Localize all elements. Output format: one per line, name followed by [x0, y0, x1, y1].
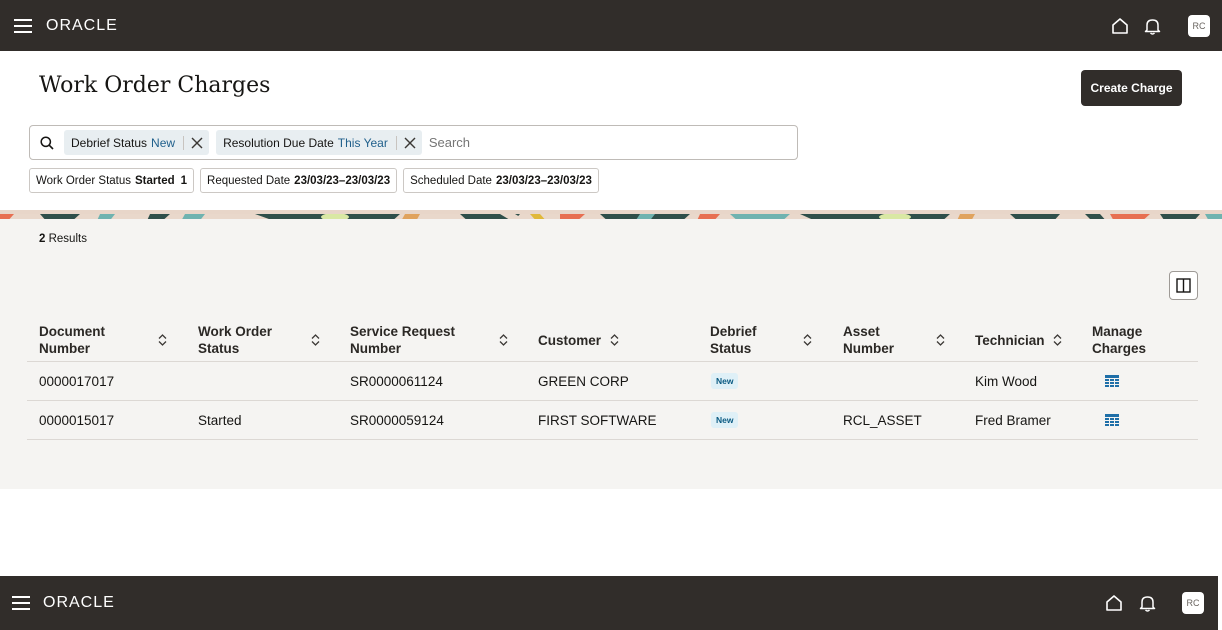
column-header-service-request-number[interactable]: Service Request Number: [350, 319, 490, 361]
close-icon[interactable]: [191, 137, 203, 149]
manage-charges-icon[interactable]: [1105, 374, 1119, 388]
header-line1: Customer: [538, 332, 602, 348]
filter-value: 23/03/23–23/03/23: [495, 174, 592, 187]
search-icon: [40, 135, 54, 150]
header-line1: Debrief: [710, 324, 757, 339]
chip-value: This Year: [337, 135, 388, 150]
header-line1: Technician: [975, 332, 1045, 348]
header-line1: Document: [39, 324, 106, 339]
decorative-banner: [0, 210, 1222, 219]
column-header-technician[interactable]: Technician: [975, 319, 1055, 361]
header-line2: Number: [39, 341, 91, 356]
search-bar[interactable]: Debrief Status New Resolution Due Date T…: [29, 125, 798, 160]
header-line1: Manage: [1092, 324, 1143, 339]
cell-service-request-number: SR0000061124: [350, 373, 443, 389]
filter-work-order-status[interactable]: Work Order Status Started 1: [29, 168, 195, 193]
chip-value: New: [151, 135, 176, 150]
header-line1: Work Order: [198, 324, 273, 339]
sort-icon[interactable]: [610, 334, 619, 346]
chip-label: Resolution Due Date: [223, 135, 334, 150]
cell-technician: Kim Wood: [975, 373, 1038, 389]
filter-label: Work Order Status: [36, 174, 132, 187]
chip-divider: [395, 135, 397, 150]
column-header-debrief-status[interactable]: Debrief Status: [710, 319, 790, 361]
filter-requested-date[interactable]: Requested Date 23/03/23–23/03/23: [200, 168, 398, 193]
column-header-document-number[interactable]: Document Number: [39, 319, 159, 361]
search-input[interactable]: [428, 135, 797, 150]
filter-bar: Work Order Status Started 1 Requested Da…: [29, 168, 599, 193]
header-line2: Status: [198, 341, 240, 356]
user-avatar[interactable]: RC: [1188, 14, 1210, 37]
manage-charges-icon[interactable]: [1105, 413, 1119, 427]
sort-icon[interactable]: [158, 334, 167, 346]
page-title: Work Order Charges: [39, 73, 271, 98]
columns-icon: [1176, 278, 1191, 293]
column-header-work-order-status[interactable]: Work Order Status: [198, 319, 308, 361]
oracle-logo: ORACLE: [46, 16, 118, 34]
oracle-logo: ORACLE: [43, 594, 115, 611]
filter-label: Requested Date: [207, 174, 291, 187]
close-icon[interactable]: [404, 137, 416, 149]
sort-icon[interactable]: [499, 334, 508, 346]
header-line1: Service Request: [350, 324, 456, 339]
cell-service-request-number: SR0000059124: [350, 412, 444, 428]
cell-customer: FIRST SOFTWARE: [538, 412, 657, 428]
filter-scheduled-date[interactable]: Scheduled Date 23/03/23–23/03/23: [403, 168, 599, 193]
bell-icon[interactable]: [1139, 594, 1156, 612]
bell-icon[interactable]: [1144, 17, 1161, 35]
filter-chip-debrief-status[interactable]: Debrief Status New: [64, 130, 210, 155]
bottom-navigation-bar: ORACLE RC: [0, 576, 1218, 630]
create-charge-button[interactable]: Create Charge: [1081, 70, 1182, 106]
header-line2: Charges: [1092, 341, 1147, 356]
results-number: 2: [39, 233, 46, 245]
chip-divider: [183, 135, 185, 150]
filter-value: Started: [135, 174, 175, 187]
table-row[interactable]: 0000015017 Started SR0000059124 FIRST SO…: [27, 401, 1198, 440]
header-line2: Number: [843, 341, 895, 356]
hamburger-icon[interactable]: [12, 596, 30, 610]
filter-count: 1: [180, 174, 188, 187]
cell-technician: Fred Bramer: [975, 412, 1051, 428]
hamburger-icon[interactable]: [14, 18, 32, 33]
filter-chip-resolution-due-date[interactable]: Resolution Due Date This Year: [216, 130, 422, 155]
debrief-status-badge: New: [711, 412, 739, 428]
top-navigation-bar: ORACLE RC: [0, 0, 1222, 51]
results-count: 2 Results: [39, 233, 87, 245]
table-header-row: Document Number Work Order Status Service …: [27, 319, 1198, 362]
column-header-asset-number[interactable]: Asset Number: [843, 319, 923, 361]
results-label: Results: [48, 233, 87, 245]
header-line2: Number: [350, 341, 402, 356]
sort-icon[interactable]: [311, 334, 320, 346]
cell-asset-number: RCL_ASSET: [843, 412, 922, 428]
header-line2: Status: [710, 341, 752, 356]
filter-value: 23/03/23–23/03/23: [294, 174, 391, 187]
sort-icon[interactable]: [936, 334, 945, 346]
results-panel: 2 Results Document Number Work Order Statu…: [0, 219, 1222, 489]
home-icon[interactable]: [1105, 594, 1123, 612]
debrief-status-badge: New: [711, 373, 739, 389]
home-icon[interactable]: [1111, 17, 1129, 35]
table-row[interactable]: 0000017017 SR0000061124 GREEN CORP New K…: [27, 362, 1198, 401]
cell-document-number: 0000017017: [39, 373, 115, 389]
header-line1: Asset: [843, 324, 880, 339]
cell-work-order-status: Started: [198, 412, 242, 428]
user-avatar[interactable]: RC: [1182, 592, 1204, 614]
filter-label: Scheduled Date: [410, 174, 492, 187]
sort-icon[interactable]: [1053, 334, 1062, 346]
column-header-customer[interactable]: Customer: [538, 319, 608, 361]
column-header-manage-charges: Manage Charges: [1092, 319, 1172, 361]
sort-icon[interactable]: [803, 334, 812, 346]
work-order-charges-table: Document Number Work Order Status Service …: [27, 319, 1198, 440]
chip-label: Debrief Status: [71, 135, 148, 150]
column-layout-button[interactable]: [1169, 271, 1198, 300]
cell-customer: GREEN CORP: [538, 373, 629, 389]
cell-document-number: 0000015017: [39, 412, 115, 428]
